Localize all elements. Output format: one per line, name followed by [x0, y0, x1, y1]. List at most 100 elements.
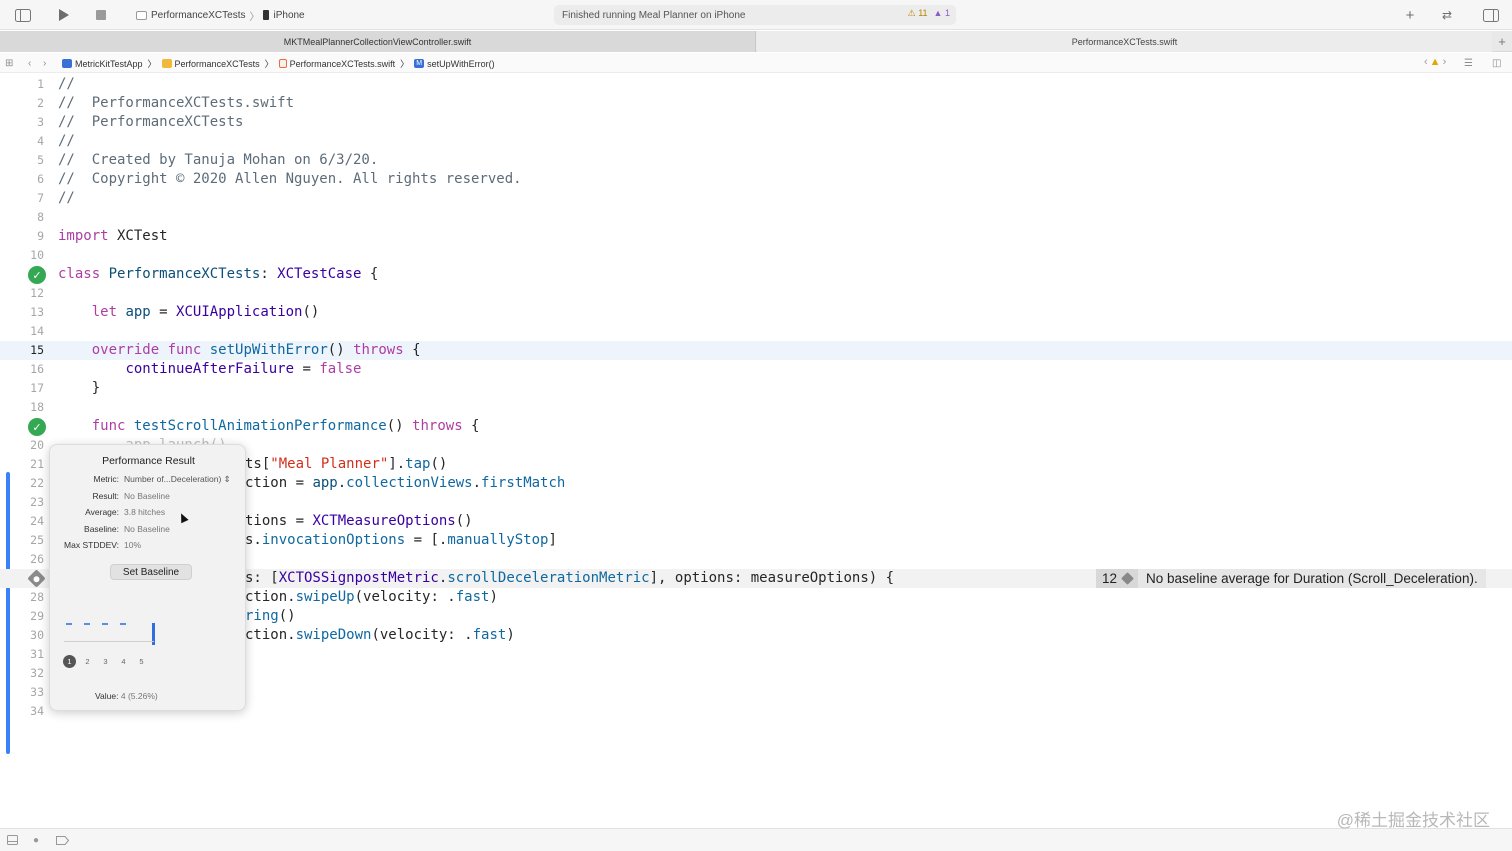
code-line: 16 continueAfterFailure = false [30, 361, 362, 377]
metric-selector[interactable]: Metric: Number of...Deceleration) ⇕ [50, 474, 247, 488]
run-3-button[interactable]: 3 [99, 655, 112, 668]
code-text: ction = app.collectionViews.firstMatch [245, 475, 566, 491]
popover-title: Performance Result [102, 455, 195, 467]
code-text: override func setUpWithError() throws { [91, 342, 421, 358]
code-line: 8 [37, 210, 44, 224]
code-line: 9 import XCTest [37, 228, 168, 244]
code-line: 13 let app = XCUIApplication() [30, 304, 320, 320]
breadcrumb: MetricKitTestApp 〉 PerformanceXCTests 〉 … [62, 57, 495, 70]
issue-icon: ▲ [933, 8, 943, 18]
warning-badge[interactable]: ⚠ 11 [908, 8, 928, 19]
warning-icon: ⚠ [907, 8, 916, 18]
performance-test-diamond-icon[interactable] [27, 569, 46, 588]
code-text: s: [XCTOSSignpostMetric.scrollDecelerati… [245, 570, 895, 586]
chevron-right-icon[interactable]: › [1443, 56, 1447, 68]
scheme-icon [136, 10, 147, 20]
test-passed-icon[interactable]: ✓ [28, 266, 46, 284]
code-text: ring() [245, 608, 296, 624]
method-icon: M [414, 59, 425, 68]
current-code-line: 15 override func setUpWithError() throws… [0, 341, 1512, 360]
diamond-icon [1121, 572, 1134, 585]
editor-options-icon[interactable]: ☰ [1464, 56, 1473, 70]
run-mark [84, 623, 90, 625]
code-text: ction.swipeUp(velocity: .fast) [245, 589, 498, 605]
annotation-message: No baseline average for Duration (Scroll… [1138, 569, 1486, 588]
canvas-toggle-icon[interactable]: ◫ [1492, 56, 1501, 70]
chevron-left-icon[interactable]: ‹ [28, 56, 31, 70]
run-5-button[interactable]: 5 [135, 655, 148, 668]
chevron-left-icon[interactable]: ‹ [1424, 56, 1428, 68]
code-text: // [58, 76, 75, 92]
new-tab-plus-icon[interactable]: + [1494, 33, 1510, 49]
play-icon[interactable] [56, 6, 72, 24]
debug-area-toggle-icon[interactable] [7, 834, 18, 846]
jump-bar: ⊞ ‹ › MetricKitTestApp 〉 PerformanceXCTe… [0, 53, 1512, 73]
code-text: class PerformanceXCTests: XCTestCase { [58, 266, 379, 282]
stop-icon[interactable] [94, 6, 108, 24]
issue-navigator-stepper[interactable]: ‹ ▲ › [1424, 56, 1446, 68]
tab-bar: MKTMealPlannerCollectionViewController.s… [0, 31, 1512, 52]
activity-viewer: Finished running Meal Planner on iPhone … [554, 5, 956, 25]
code-text: // [58, 190, 75, 206]
chevron-right-icon: 〉 [264, 59, 274, 69]
debug-bar: ● [0, 828, 1512, 851]
breadcrumb-folder[interactable]: PerformanceXCTests [161, 59, 260, 69]
code-text: // [58, 133, 75, 149]
annotation-count-badge[interactable]: 12 [1096, 569, 1139, 588]
run-4-button[interactable]: 4 [117, 655, 130, 668]
chevron-right-icon[interactable]: › [43, 56, 46, 70]
window-toolbar: PerformanceXCTests 〉 iPhone Finished run… [0, 0, 1512, 30]
code-line: 1// [37, 76, 75, 92]
code-line: 14 [30, 324, 44, 338]
run-mark [102, 623, 108, 625]
scheme-target: PerformanceXCTests [151, 9, 246, 21]
set-baseline-button[interactable]: Set Baseline [110, 564, 192, 580]
code-text: let app = XCUIApplication() [91, 304, 320, 320]
folder-icon [161, 59, 172, 68]
chevron-right-icon: 〉 [400, 59, 410, 69]
code-text: // Created by Tanuja Mohan on 6/3/20. [58, 152, 379, 168]
tab-performance-xctests[interactable]: PerformanceXCTests.swift [757, 31, 1492, 52]
result-row: Result: No Baseline [92, 491, 170, 501]
performance-result-popover: Performance Result Metric: Number of...D… [49, 444, 246, 711]
metric-value[interactable]: Number of...Deceleration) ⇕ [124, 474, 231, 485]
issue-badge[interactable]: ▲ 1 [934, 8, 950, 19]
breakpoint-arrow-icon[interactable] [56, 834, 69, 846]
run-1-button[interactable]: 1 [63, 655, 76, 668]
warning-count: 11 [918, 8, 928, 18]
run-mark [120, 623, 126, 625]
related-items-grid-icon[interactable]: ⊞ [5, 56, 13, 70]
code-text: continueAfterFailure = false [125, 361, 362, 377]
code-text: ts["Meal Planner"].tap() [245, 456, 448, 472]
tab-collection-view-controller[interactable]: MKTMealPlannerCollectionViewController.s… [0, 31, 756, 52]
inspector-icon[interactable] [1482, 6, 1500, 24]
iphone-icon [263, 10, 270, 20]
code-text: func testScrollAnimationPerformance() th… [91, 418, 480, 434]
code-text: // Copyright © 2020 Allen Nguyen. All ri… [58, 171, 522, 187]
breakpoint-icon[interactable]: ● [33, 834, 39, 846]
activity-status: Finished running Meal Planner on iPhone [562, 9, 746, 21]
breadcrumb-file[interactable]: PerformanceXCTests.swift [278, 59, 395, 69]
code-line: 3// PerformanceXCTests [37, 114, 244, 130]
code-text: import XCTest [58, 228, 168, 244]
plus-icon[interactable]: + [1402, 6, 1418, 24]
code-text: } [58, 380, 101, 396]
sidebar-toggle-icon[interactable] [14, 6, 32, 24]
project-icon [62, 59, 72, 68]
scheme-device: iPhone [273, 9, 305, 21]
code-line: 11✓class PerformanceXCTests: XCTestCase … [0, 265, 1512, 284]
code-text: s.invocationOptions = [.manuallyStop] [245, 532, 557, 548]
review-icon[interactable]: ⇄ [1438, 6, 1456, 24]
test-passed-icon[interactable]: ✓ [28, 418, 46, 436]
code-line: 18 [30, 400, 44, 414]
breadcrumb-method[interactable]: M setUpWithError() [414, 59, 495, 69]
run-2-button[interactable]: 2 [81, 655, 94, 668]
code-text: // PerformanceXCTests [58, 114, 244, 130]
code-line: 7// [37, 190, 75, 206]
chart-axis [64, 641, 154, 642]
performance-annotation[interactable]: 12 No baseline average for Duration (Scr… [1096, 569, 1486, 588]
code-line: 4// [37, 133, 75, 149]
breadcrumb-project[interactable]: MetricKitTestApp [62, 59, 143, 69]
code-line: 10 [30, 248, 44, 262]
scheme-selector[interactable]: PerformanceXCTests 〉 iPhone [136, 8, 305, 23]
